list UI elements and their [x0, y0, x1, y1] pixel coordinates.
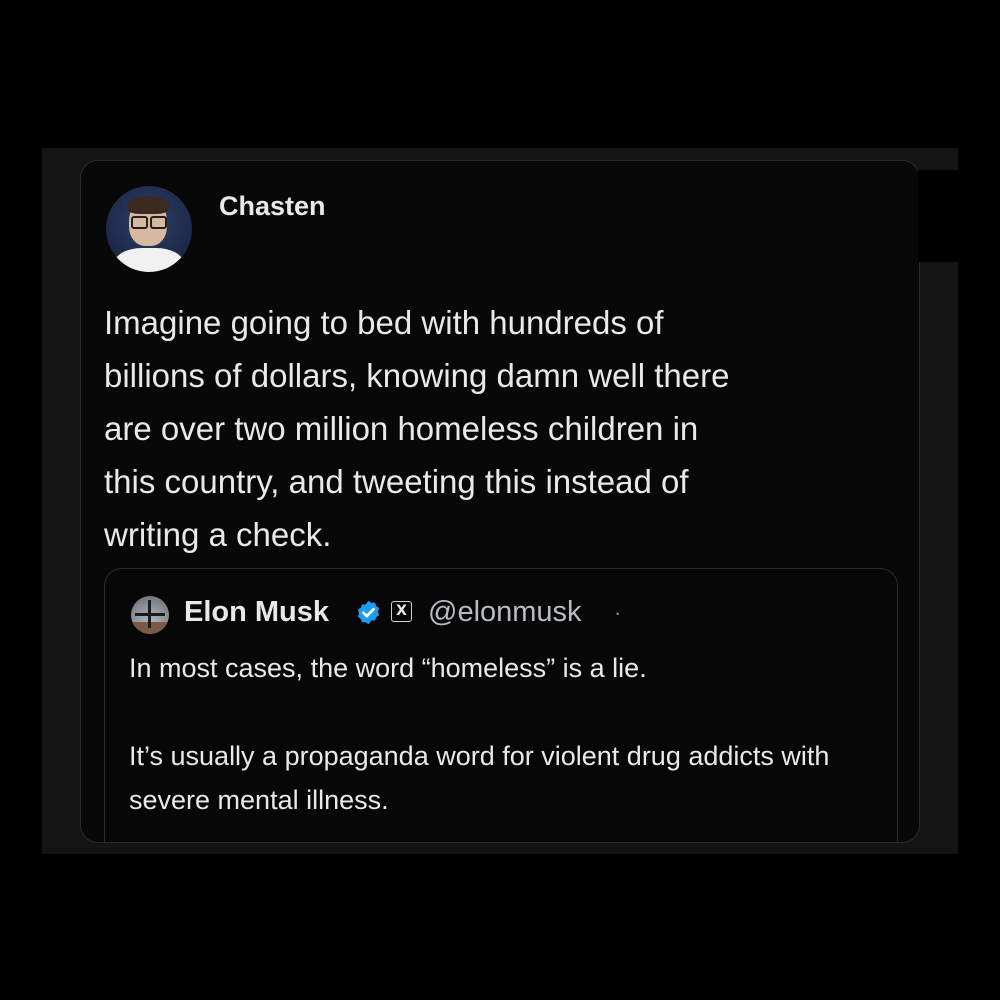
- quoted-author-name[interactable]: Elon Musk: [184, 596, 329, 629]
- avatar-glasses-right: [150, 216, 167, 229]
- quoted-tweet-text: In most cases, the word “homeless” is a …: [129, 646, 869, 822]
- tweet-text: Imagine going to bed with hundreds of bi…: [104, 304, 730, 553]
- quoted-author-avatar[interactable]: [131, 596, 169, 634]
- avatar-glasses-left: [131, 216, 148, 229]
- quoted-paragraph: It’s usually a propaganda word for viole…: [129, 741, 830, 815]
- handle-separator: ·: [614, 600, 622, 625]
- author-name[interactable]: Chasten: [219, 191, 326, 222]
- avatar-cross-vertical: [148, 600, 151, 628]
- frame-corner-cutout: [918, 170, 958, 262]
- verified-badge-icon: [357, 600, 380, 625]
- author-avatar[interactable]: [106, 186, 192, 272]
- avatar-hair: [127, 196, 169, 214]
- quoted-author-handle[interactable]: @elonmusk: [428, 596, 582, 629]
- avatar-shirt: [114, 248, 184, 272]
- quoted-paragraph: In most cases, the word “homeless” is a …: [129, 653, 647, 683]
- x-logo-icon: X: [391, 601, 412, 622]
